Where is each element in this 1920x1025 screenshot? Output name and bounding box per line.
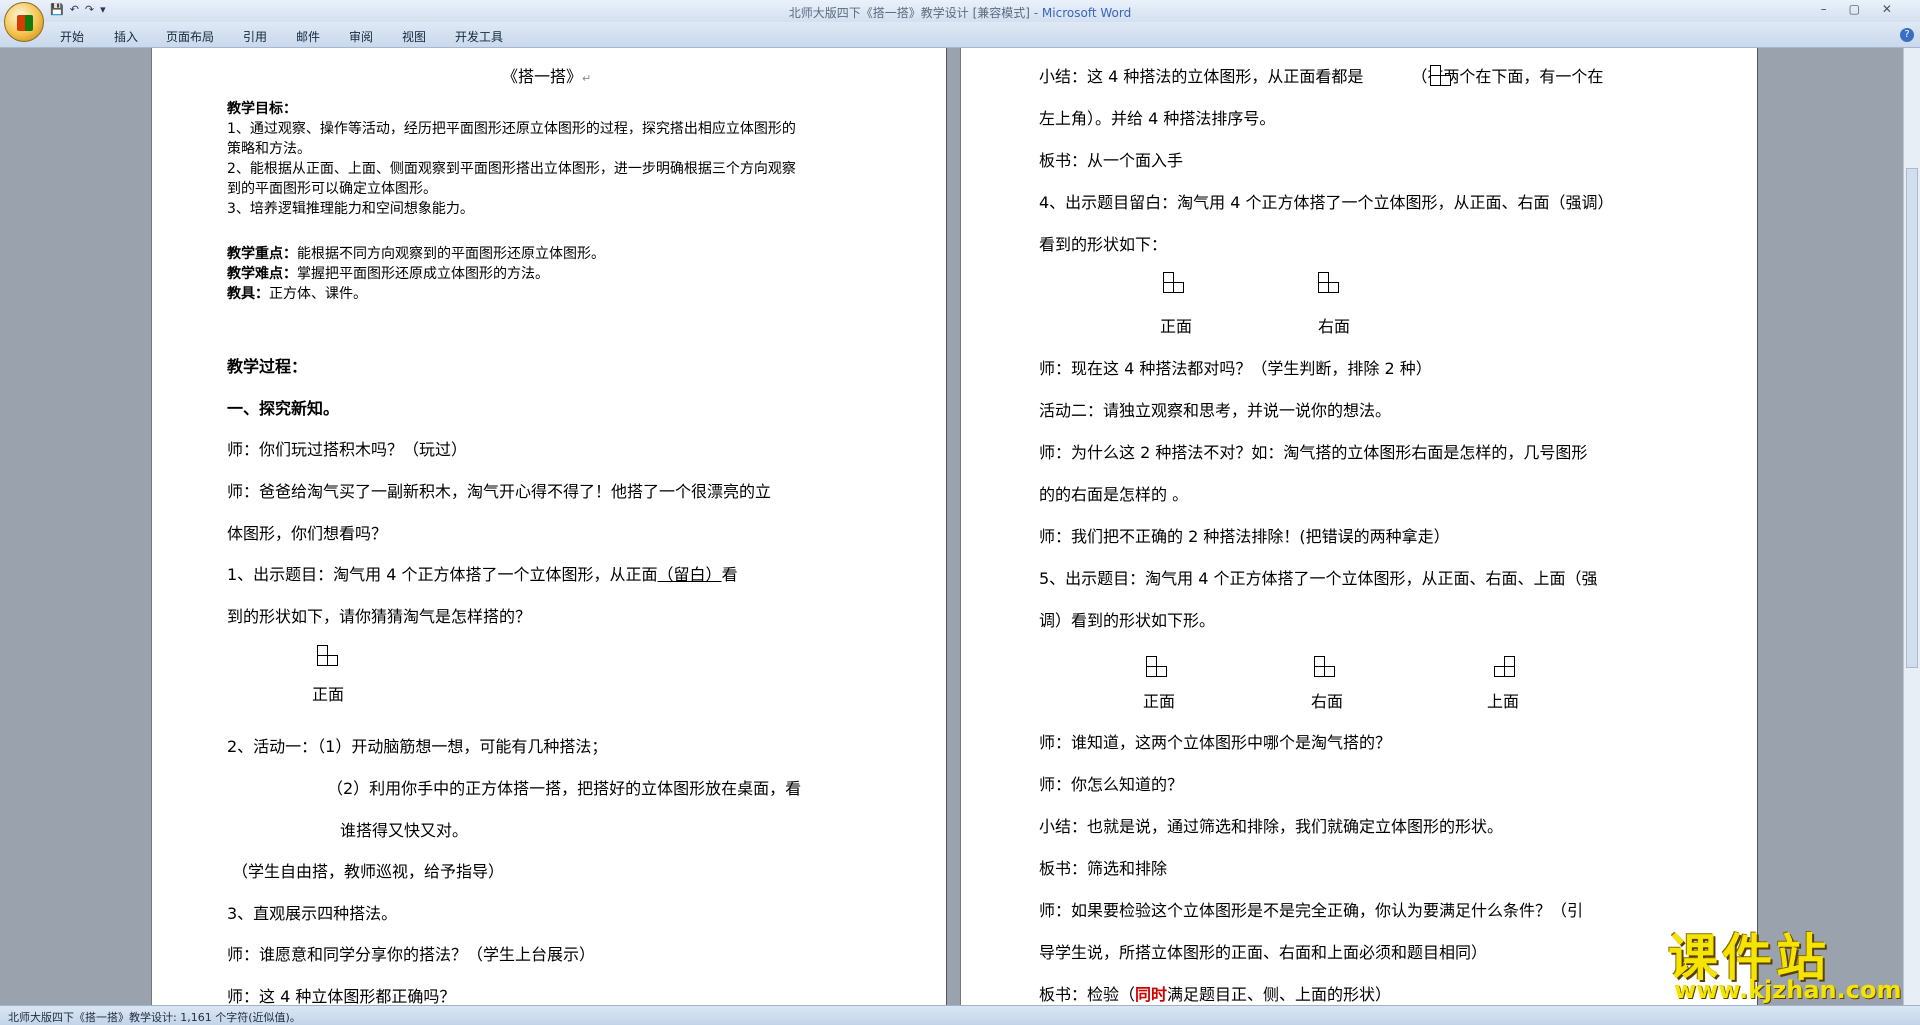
vertical-scrollbar[interactable] bbox=[1903, 48, 1920, 1012]
help-icon[interactable]: ? bbox=[1900, 28, 1914, 42]
paragraph: 到的形状如下，请你猜猜淘气是怎样搭的？ bbox=[227, 607, 532, 626]
tab-insert[interactable]: 插入 bbox=[114, 28, 138, 45]
document-page-right: 小结：这 4 种搭法的立体图形，从正面看都是 （有两个在下面，有一个在 左上角）。… bbox=[961, 48, 1757, 1012]
paragraph: 师：现在这 4 种搭法都对吗？（学生判断，排除 2 种） bbox=[1039, 359, 1432, 378]
paragraph: 师：我们把不正确的 2 种搭法排除！(把错误的两种拿走） bbox=[1039, 527, 1450, 546]
paragraph: 师：谁愿意和同学分享你的搭法？（学生上台展示） bbox=[227, 945, 596, 964]
goal-heading: 教学目标： bbox=[227, 101, 297, 117]
figure-label: 正面 bbox=[312, 685, 345, 704]
paragraph: 3、直观展示四种搭法。 bbox=[227, 904, 398, 923]
key-point: 教学重点：能根据不同方向观察到的平面图形还原立体图形。 bbox=[227, 246, 605, 262]
tab-view[interactable]: 视图 bbox=[402, 28, 426, 45]
figure-label: 正面 bbox=[1160, 317, 1193, 336]
figure-label: 上面 bbox=[1487, 692, 1520, 711]
paragraph: 左上角）。并给 4 种搭法排序号。 bbox=[1039, 109, 1276, 128]
paragraph: 4、出示题目留白：淘气用 4 个正方体搭了一个立体图形，从正面、右面（强调） bbox=[1039, 193, 1614, 212]
paragraph: 5、出示题目：淘气用 4 个正方体搭了一个立体图形，从正面、右面、上面（强 bbox=[1039, 569, 1598, 588]
document-page-left: 《搭一搭》↵ 教学目标： 1、通过观察、操作等活动，经历把平面图形还原立体图形的… bbox=[152, 48, 946, 1012]
paragraph: 调）看到的形状如下形。 bbox=[1039, 611, 1216, 630]
tab-developer[interactable]: 开发工具 bbox=[455, 28, 503, 45]
paragraph: 小结：这 4 种搭法的立体图形，从正面看都是 （有两个在下面，有一个在 bbox=[1039, 67, 1604, 86]
window-controls[interactable]: –▢✕ bbox=[1821, 2, 1914, 16]
figure-label: 右面 bbox=[1311, 692, 1344, 711]
blank-underline: （留白） bbox=[657, 565, 722, 584]
doc-title: 《搭一搭》↵ bbox=[502, 67, 592, 86]
difficult-point: 教学难点：掌握把平面图形还原成立体图形的方法。 bbox=[227, 266, 549, 282]
tab-references[interactable]: 引用 bbox=[243, 28, 267, 45]
teaching-tools: 教具：正方体、课件。 bbox=[227, 286, 367, 302]
paragraph: 师：爸爸给淘气买了一副新积木，淘气开心得不得了！他搭了一个很漂亮的立 bbox=[227, 482, 772, 501]
paragraph: 谁搭得又快又对。 bbox=[340, 821, 469, 840]
paragraph: 师：如果要检验这个立体图形是不是完全正确，你认为要满足什么条件？（引 bbox=[1039, 901, 1584, 920]
paragraph: （学生自由搭，教师巡视，给予指导） bbox=[232, 862, 505, 881]
goal-line: 1、通过观察、操作等活动，经历把平面图形还原立体图形的过程，探究搭出相应立体图形… bbox=[227, 121, 796, 137]
tab-review[interactable]: 审阅 bbox=[349, 28, 373, 45]
office-button[interactable] bbox=[4, 2, 44, 42]
goal-line: 策略和方法。 bbox=[227, 141, 311, 157]
process-heading: 教学过程： bbox=[227, 357, 308, 376]
tab-home[interactable]: 开始 bbox=[60, 28, 84, 45]
office-logo-icon bbox=[17, 15, 33, 31]
paragraph: 小结：也就是说，通过筛选和排除，我们就确定立体图形的形状。 bbox=[1039, 817, 1504, 836]
goal-line: 2、能根据从正面、上面、侧面观察到平面图形搭出立体图形，进一步明确根据三个方向观… bbox=[227, 161, 796, 177]
paragraph: 师：你怎么知道的？ bbox=[1039, 775, 1184, 794]
paragraph: 师：这 4 种立体图形都正确吗？ bbox=[227, 987, 456, 1006]
paragraph: 体图形，你们想看吗？ bbox=[227, 524, 388, 543]
figure-label: 右面 bbox=[1318, 317, 1351, 336]
section-heading: 一、探究新知。 bbox=[227, 399, 340, 418]
paragraph: 板书：从一个面入手 bbox=[1039, 151, 1184, 170]
status-bar: 北师大版四下《搭一搭》教学设计: 1,161 个字符(近似值)。 bbox=[0, 1005, 1920, 1025]
paragraph: 活动二：请独立观察和思考，并说一说你的想法。 bbox=[1039, 401, 1392, 420]
paragraph: 师：为什么这 2 种搭法不对？如：淘气搭的立体图形右面是怎样的，几号图形 bbox=[1039, 443, 1588, 462]
figure-label: 正面 bbox=[1143, 692, 1176, 711]
watermark-logo: 课件站 www.kjzhan.com bbox=[1668, 929, 1902, 1004]
highlight-text: 同时 bbox=[1135, 985, 1168, 1004]
paragraph: 2、活动一：（1）开动脑筋想一想，可能有几种搭法； bbox=[227, 737, 608, 756]
paragraph: 师：你们玩过搭积木吗？（玩过） bbox=[227, 440, 468, 459]
paragraph: （2）利用你手中的正方体搭一搭，把搭好的立体图形放在桌面，看 bbox=[327, 779, 802, 798]
window-title: 北师大版四下《搭一搭》教学设计 [兼容模式] - Microsoft Word bbox=[788, 6, 1132, 20]
paragraph: 板书：检验（同时满足题目正、侧、上面的形状） bbox=[1039, 985, 1392, 1004]
scrollbar-thumb[interactable] bbox=[1906, 168, 1918, 668]
paragraph: 导学生说，所搭立体图形的正面、右面和上面必须和题目相同） bbox=[1039, 943, 1488, 962]
goal-line: 3、培养逻辑推理能力和空间想象能力。 bbox=[227, 201, 474, 217]
paragraph: 师：谁知道，这两个立体图形中哪个是淘气搭的？ bbox=[1039, 733, 1392, 752]
paragraph: 板书：筛选和排除 bbox=[1039, 859, 1168, 878]
tab-mailings[interactable]: 邮件 bbox=[296, 28, 320, 45]
status-text: 北师大版四下《搭一搭》教学设计: 1,161 个字符(近似值)。 bbox=[8, 1011, 301, 1024]
paragraph: 1、出示题目：淘气用 4 个正方体搭了一个立体图形，从正面（留白）看 bbox=[227, 565, 738, 584]
paragraph: 看到的形状如下： bbox=[1039, 235, 1168, 254]
paragraph: 的的右面是怎样的 。 bbox=[1039, 485, 1189, 504]
tab-page-layout[interactable]: 页面布局 bbox=[166, 28, 214, 45]
ribbon-tabs: 开始 插入 页面布局 引用 邮件 审阅 视图 开发工具 ? bbox=[0, 22, 1920, 48]
goal-line: 到的平面图形可以确定立体图形。 bbox=[227, 181, 437, 197]
title-bar: 💾↶↷▾ 北师大版四下《搭一搭》教学设计 [兼容模式] - Microsoft … bbox=[0, 0, 1920, 22]
